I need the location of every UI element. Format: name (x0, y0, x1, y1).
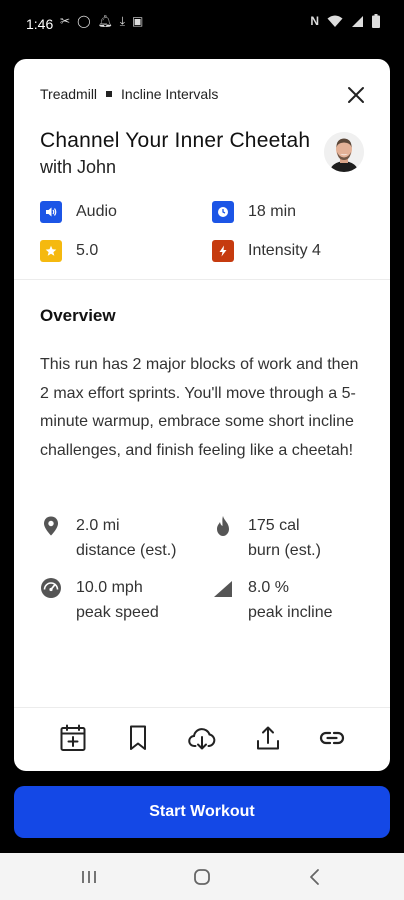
audio-label: Audio (76, 203, 117, 220)
speed-value: 10.0 mph (76, 579, 143, 596)
stat-distance: 2.0 mi distance (est.) (40, 513, 176, 563)
start-workout-button[interactable]: Start Workout (14, 786, 390, 838)
download-button[interactable] (187, 723, 217, 753)
copy-link-button[interactable] (317, 723, 347, 753)
lightning-icon (212, 240, 234, 262)
incline-value: 8.0 % (248, 579, 289, 596)
action-bar-divider (14, 707, 390, 708)
recent-apps-icon (82, 871, 96, 883)
overview-heading: Overview (40, 306, 116, 325)
circle-icon: ◯ (77, 14, 91, 28)
incline-icon (212, 577, 234, 599)
share-icon (257, 726, 279, 750)
status-time: 1:46 (26, 16, 54, 32)
sim-icon: ▣ (132, 14, 144, 28)
home-icon (194, 869, 210, 885)
signal-icon (352, 15, 363, 27)
audio-icon (40, 201, 62, 223)
location-pin-icon (40, 515, 62, 537)
incline-label: peak incline (248, 604, 333, 621)
back-icon (310, 869, 319, 885)
system-navigation-bar (0, 853, 404, 900)
share-button[interactable] (253, 723, 283, 753)
clock-icon (212, 201, 234, 223)
star-icon (40, 240, 62, 262)
calendar-add-icon (60, 724, 86, 751)
instructor-avatar[interactable] (324, 132, 364, 172)
distance-label: distance (est.) (76, 542, 177, 559)
divider (14, 279, 390, 280)
stat-speed: 10.0 mph peak speed (40, 575, 159, 625)
download-icon: ⤓ (119, 14, 126, 28)
recent-apps-button[interactable] (77, 865, 101, 889)
breadcrumb-category: Treadmill (40, 86, 98, 102)
calories-label: burn (est.) (248, 542, 321, 559)
distance-value: 2.0 mi (76, 517, 120, 534)
bell-icon: 🔔︎ (97, 14, 113, 28)
close-icon (348, 87, 364, 103)
system-icons: N (310, 14, 380, 28)
stat-calories: 175 cal burn (est.) (212, 513, 321, 563)
add-to-calendar-button[interactable] (58, 723, 88, 753)
scissors-icon: ✂ (60, 14, 71, 28)
flame-icon (212, 515, 234, 537)
bookmark-icon (130, 725, 146, 750)
battery-icon (372, 14, 380, 28)
breadcrumb-separator (106, 91, 113, 97)
calories-value: 175 cal (248, 517, 300, 534)
home-button[interactable] (190, 865, 214, 889)
intensity-label: Intensity 4 (248, 242, 321, 259)
nfc-icon: N (310, 14, 319, 28)
breadcrumb: Treadmill Incline Intervals (40, 86, 218, 102)
stat-incline: 8.0 % peak incline (212, 575, 333, 625)
duration-label: 18 min (248, 203, 297, 220)
speed-label: peak speed (76, 604, 159, 621)
speedometer-icon (40, 577, 62, 599)
workout-title: Channel Your Inner Cheetah (40, 129, 311, 152)
rating-label: 5.0 (76, 242, 99, 259)
overview-description: This run has 2 major blocks of work and … (40, 356, 359, 459)
meta-intensity: Intensity 4 (212, 239, 321, 263)
close-button[interactable] (346, 85, 366, 105)
meta-duration: 18 min (212, 200, 296, 224)
instructor-name: with John (40, 157, 117, 177)
meta-rating: 5.0 (40, 239, 98, 263)
workout-details-card: Treadmill Incline Intervals Channel Your… (14, 59, 390, 771)
notification-icons: ✂ ◯ 🔔︎ ⤓ ▣ (60, 14, 143, 29)
bookmark-button[interactable] (123, 723, 153, 753)
wifi-icon (327, 15, 343, 27)
back-button[interactable] (303, 865, 327, 889)
meta-audio: Audio (40, 200, 117, 224)
breadcrumb-class-type: Incline Intervals (121, 86, 219, 102)
link-icon (319, 731, 345, 745)
cloud-download-icon (188, 728, 216, 750)
status-bar: 1:46 ✂ ◯ 🔔︎ ⤓ ▣ N (0, 0, 404, 50)
